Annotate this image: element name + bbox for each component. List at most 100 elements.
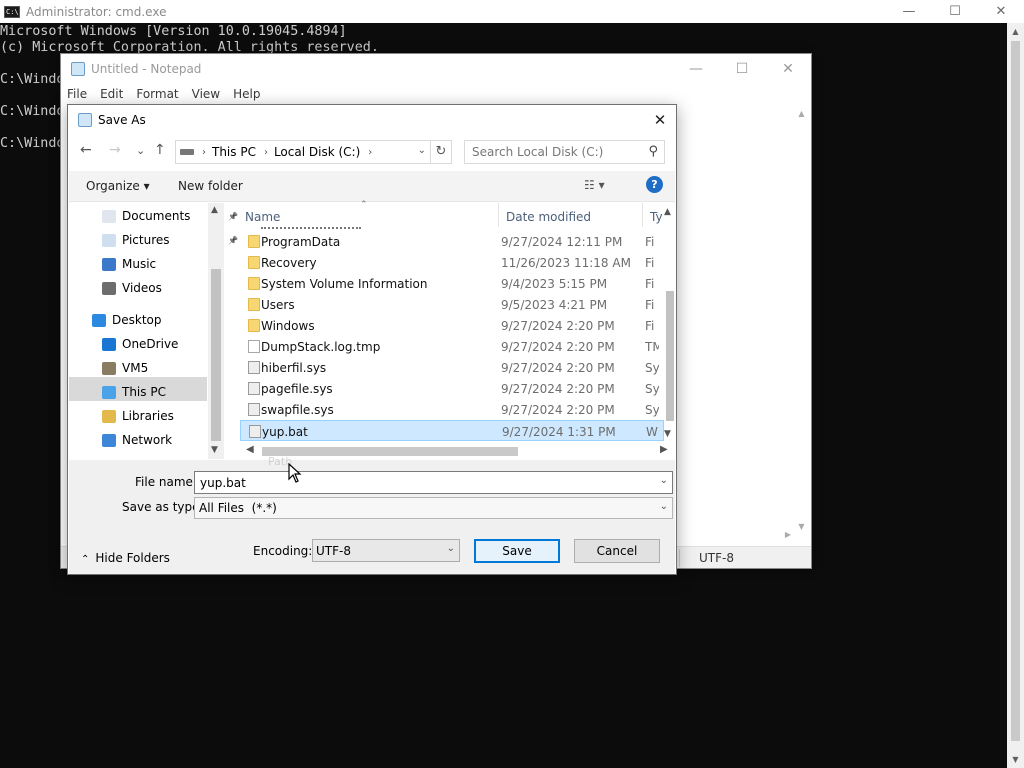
search-icon: ⚲	[648, 144, 658, 159]
hide-folders-button[interactable]: ⌃ Hide Folders	[81, 551, 170, 565]
file-name: System Volume Information	[261, 277, 428, 291]
pin-icon: 📌	[228, 235, 238, 245]
menu-file[interactable]: File	[67, 87, 87, 101]
scroll-thumb[interactable]	[211, 269, 221, 441]
column-divider[interactable]	[498, 203, 499, 227]
cmd-vertical-scrollbar[interactable]: ▲ ▼	[1007, 23, 1024, 768]
nav-item-libraries[interactable]: Libraries	[102, 405, 174, 427]
scroll-up-arrow-icon[interactable]: ▲	[664, 207, 671, 217]
nav-item-network[interactable]: Network	[102, 429, 172, 451]
breadcrumb-this-pc[interactable]: This PC	[212, 145, 256, 159]
chevron-right-icon[interactable]: ›	[264, 147, 268, 158]
scroll-left-arrow-icon[interactable]: ◀	[246, 444, 254, 455]
scroll-thumb[interactable]	[262, 447, 518, 456]
nav-item-label: Videos	[122, 281, 162, 295]
file-row[interactable]: System Volume Information 9/4/2023 5:15 P…	[240, 273, 664, 294]
scroll-up-arrow-icon[interactable]: ▲	[211, 205, 218, 215]
chevron-down-icon[interactable]: ⌄	[660, 475, 668, 486]
file-row[interactable]: Users 9/5/2023 4:21 PM Fi	[240, 294, 664, 315]
file-row[interactable]: hiberfil.sys 9/27/2024 2:20 PM Sy	[240, 357, 664, 378]
nav-item-music[interactable]: Music	[102, 253, 156, 275]
file-list-vertical-scrollbar[interactable]: ▲ ▼	[664, 203, 676, 443]
system-file-icon	[248, 382, 260, 395]
save-as-type-select[interactable]: All Files (*.*) ⌄	[194, 497, 673, 519]
cmd-titlebar[interactable]: C:\ Administrator: cmd.exe — ☐ ✕	[0, 0, 1024, 23]
scroll-up-arrow-icon[interactable]: ▲	[1007, 23, 1024, 40]
dialog-close-button[interactable]: ✕	[644, 105, 676, 135]
menu-edit[interactable]: Edit	[100, 87, 123, 101]
chevron-right-icon[interactable]: ›	[202, 147, 206, 158]
save-button[interactable]: Save	[474, 539, 560, 563]
nav-item-desktop[interactable]: Desktop	[92, 309, 162, 331]
refresh-button[interactable]: ↻	[431, 140, 452, 164]
file-row[interactable]: pagefile.sys 9/27/2024 2:20 PM Sy	[240, 378, 664, 399]
system-file-icon	[248, 361, 260, 374]
videos-icon	[102, 281, 116, 295]
notepad-titlebar[interactable]: Untitled - Notepad — ☐ ✕	[61, 54, 811, 83]
notepad-close-button[interactable]: ✕	[765, 54, 811, 83]
cancel-button[interactable]: Cancel	[574, 539, 660, 563]
scroll-down-arrow-icon[interactable]: ▼	[1007, 751, 1024, 768]
file-row[interactable]: Windows 9/27/2024 2:20 PM Fi	[240, 315, 664, 336]
file-date-modified: 9/27/2024 1:31 PM	[502, 425, 616, 439]
scroll-right-arrow-icon[interactable]: ▶	[785, 530, 791, 539]
nav-pane-scrollbar[interactable]: ▲ ▼	[208, 203, 224, 459]
recent-locations-chevron-icon[interactable]: ⌄	[136, 144, 145, 157]
save-as-titlebar[interactable]: Save As ✕	[68, 105, 676, 135]
nav-item-onedrive[interactable]: OneDrive	[102, 333, 178, 355]
back-arrow-icon[interactable]: ←	[80, 142, 92, 158]
file-row[interactable]: Recovery 11/26/2023 11:18 AM Fi	[240, 252, 664, 273]
chevron-down-icon[interactable]: ⌄	[660, 501, 668, 512]
pin-icon: 📌	[228, 211, 238, 221]
notepad-minimize-button[interactable]: —	[673, 54, 719, 83]
file-row[interactable]: DumpStack.log.tmp 9/27/2024 2:20 PM TM	[240, 336, 664, 357]
chevron-down-icon[interactable]: ⌄	[418, 145, 426, 156]
cmd-minimize-button[interactable]: —	[886, 0, 932, 23]
nav-item-pictures[interactable]: Pictures 📌	[102, 229, 238, 251]
new-folder-button[interactable]: New folder	[178, 179, 243, 193]
column-date-modified[interactable]: Date modified	[506, 210, 591, 224]
file-list-horizontal-scrollbar[interactable]: ◀ ▶	[240, 443, 676, 459]
nav-item-vm5[interactable]: VM5	[102, 357, 148, 379]
file-row[interactable]: ProgramData 9/27/2024 12:11 PM Fi	[240, 231, 664, 252]
help-icon[interactable]: ?	[646, 176, 663, 193]
forward-arrow-icon[interactable]: →	[109, 142, 121, 158]
menu-format[interactable]: Format	[136, 87, 178, 101]
address-bar[interactable]: › This PC › Local Disk (C:) › ⌄	[175, 140, 431, 164]
up-arrow-icon[interactable]: ↑	[154, 142, 166, 158]
nav-item-label: VM5	[122, 361, 149, 375]
change-view-button[interactable]: ☷ ▾	[584, 178, 605, 192]
notepad-vertical-scrollbar[interactable]: ▲ ▼	[793, 105, 810, 535]
encoding-select[interactable]: UTF-8 ⌄	[312, 539, 460, 562]
search-input[interactable]: Search Local Disk (C:) ⚲	[464, 140, 665, 164]
menu-view[interactable]: View	[192, 87, 220, 101]
nav-item-videos[interactable]: Videos	[102, 277, 162, 299]
file-name: pagefile.sys	[261, 382, 333, 396]
scroll-down-arrow-icon[interactable]: ▼	[664, 429, 671, 439]
chevron-right-icon[interactable]: ›	[368, 147, 372, 158]
file-name-input[interactable]: yup.bat ⌄	[194, 471, 673, 494]
nav-item-documents[interactable]: Documents 📌	[102, 205, 238, 227]
file-row[interactable]: yup.bat 9/27/2024 1:31 PM W	[240, 420, 664, 441]
cmd-close-button[interactable]: ✕	[978, 0, 1024, 23]
organize-button[interactable]: Organize ▾	[86, 179, 150, 193]
music-icon	[102, 257, 116, 271]
menu-help[interactable]: Help	[233, 87, 260, 101]
column-divider[interactable]	[642, 203, 643, 227]
scroll-down-arrow-icon[interactable]: ▼	[211, 445, 218, 455]
scroll-thumb[interactable]	[666, 291, 674, 421]
cmd-maximize-button[interactable]: ☐	[932, 0, 978, 23]
column-name[interactable]: Name	[245, 210, 280, 224]
scroll-thumb[interactable]	[1011, 41, 1020, 741]
system-file-icon	[249, 425, 261, 438]
file-row[interactable]: swapfile.sys 9/27/2024 2:20 PM Sy	[240, 399, 664, 420]
breadcrumb-local-disk[interactable]: Local Disk (C:)	[274, 145, 360, 159]
file-date-modified: 9/27/2024 2:20 PM	[501, 382, 615, 396]
chevron-down-icon[interactable]: ⌄	[447, 543, 455, 554]
scroll-down-arrow-icon[interactable]: ▼	[793, 518, 810, 535]
scroll-up-arrow-icon[interactable]: ▲	[793, 105, 810, 122]
nav-item-this-pc[interactable]: This PC	[102, 381, 166, 403]
column-type[interactable]: Ty	[650, 210, 662, 224]
scroll-right-arrow-icon[interactable]: ▶	[660, 444, 668, 455]
notepad-maximize-button[interactable]: ☐	[719, 54, 765, 83]
